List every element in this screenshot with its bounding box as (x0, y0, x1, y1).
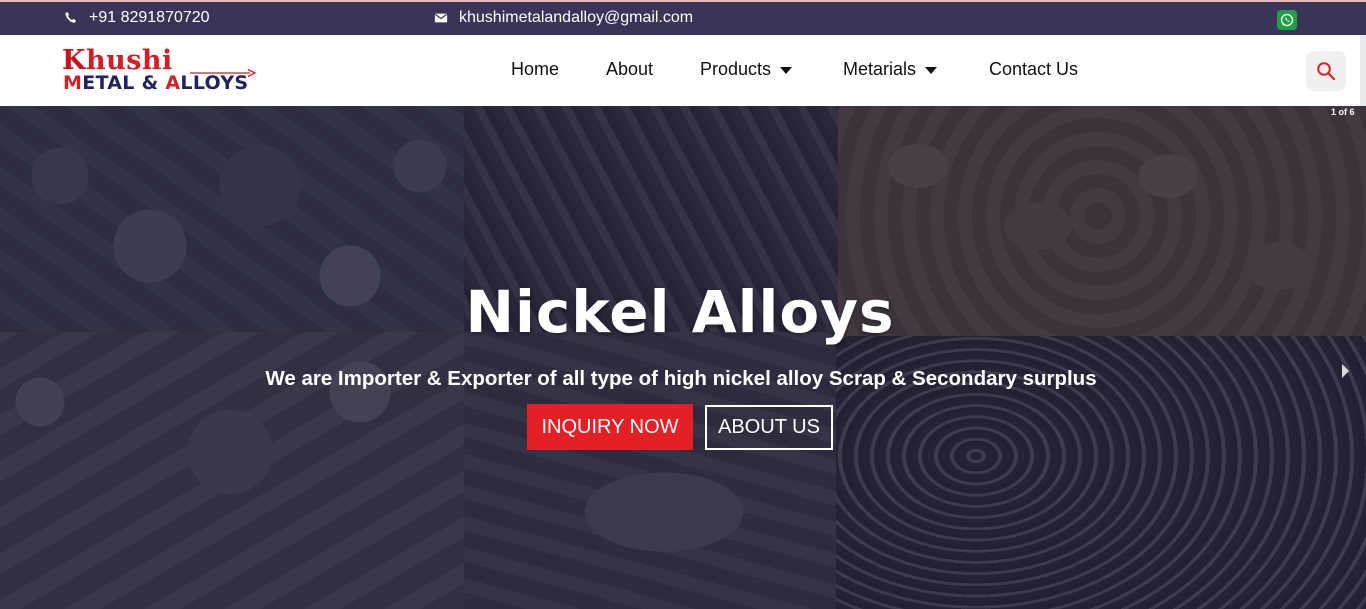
hero-slider: 1 of 6 Nickel Alloys We are Importer & E… (0, 106, 1366, 609)
nav-contact[interactable]: Contact Us (989, 59, 1078, 80)
site-logo[interactable]: Khushi METAL & ALLOYS (62, 45, 262, 97)
email-address: khushimetalandalloy@gmail.com (459, 9, 694, 26)
whatsapp-icon[interactable] (1277, 10, 1297, 30)
search-icon (1317, 62, 1336, 81)
nav-products[interactable]: Products (700, 59, 793, 80)
phone-number: +91 8291870720 (89, 9, 210, 26)
nav-materials[interactable]: Metarials (843, 59, 938, 80)
nav-contact-label: Contact Us (989, 59, 1079, 79)
logo-a: A (165, 72, 181, 94)
hero-title: Nickel Alloys (0, 278, 1366, 346)
hero-subtitle: We are Importer & Exporter of all type o… (0, 367, 1366, 391)
chevron-down-icon (925, 67, 938, 74)
mail-icon (434, 13, 448, 23)
logo-m: M (63, 72, 83, 94)
nav-products-label: Products (700, 59, 772, 79)
header-scroll-edge (1360, 35, 1366, 106)
hero-subtitle-text: We are Importer & Exporter of all type o… (265, 367, 1097, 390)
logo-etal: ETAL & (82, 72, 166, 94)
slide-counter: 1 of 6 (1331, 107, 1355, 117)
phone-icon (65, 12, 76, 23)
nav-about-label: About (606, 59, 654, 79)
site-header: Khushi METAL & ALLOYS Home About Product… (0, 35, 1366, 106)
hero-title-text: Nickel Alloys (465, 278, 895, 346)
phone-contact[interactable]: +91 8291870720 (64, 9, 210, 27)
nav-materials-label: Metarials (843, 59, 917, 79)
whatsapp-glyph (1280, 13, 1294, 27)
nav-home-label: Home (511, 59, 560, 79)
inquiry-now-button[interactable]: INQUIRY NOW (527, 404, 693, 450)
nav-about[interactable]: About (606, 59, 653, 80)
search-button[interactable] (1306, 51, 1346, 91)
chevron-down-icon (780, 67, 793, 74)
top-bar: +91 8291870720 khushimetalandalloy@gmail… (0, 0, 1366, 35)
logo-arrow-icon (190, 68, 256, 78)
about-us-button[interactable]: ABOUT US (705, 405, 833, 450)
nav-home[interactable]: Home (511, 59, 559, 80)
email-contact[interactable]: khushimetalandalloy@gmail.com (434, 9, 693, 27)
